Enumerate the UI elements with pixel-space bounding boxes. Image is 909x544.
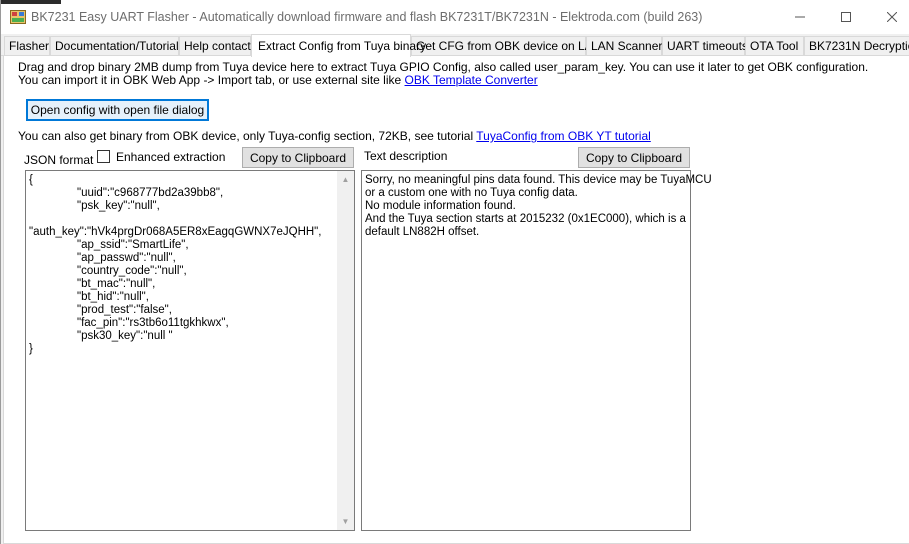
json-format-label: JSON format bbox=[24, 153, 94, 167]
enhanced-extraction-checkbox[interactable] bbox=[97, 150, 110, 163]
obk-note-text: You can also get binary from OBK device,… bbox=[18, 129, 477, 143]
scroll-up-icon[interactable]: ▲ bbox=[337, 171, 354, 188]
tab-help-contact[interactable]: Help contact bbox=[179, 36, 251, 55]
text-line: "ap_passwd":"null", bbox=[77, 252, 176, 264]
scroll-down-icon[interactable]: ▼ bbox=[337, 513, 354, 530]
tab-flasher[interactable]: Flasher bbox=[4, 36, 50, 55]
minimize-icon bbox=[795, 16, 805, 18]
text-line: or a custom one with no Tuya config data… bbox=[365, 187, 578, 199]
text-line: "fac_pin":"rs3tb6o11tgkhkwx", bbox=[77, 317, 229, 329]
intro-line-1: Drag and drop binary 2MB dump from Tuya … bbox=[18, 60, 869, 74]
tab-bk7231n-decryption[interactable]: BK7231N Decryption bbox=[804, 36, 909, 55]
text-line: } bbox=[29, 343, 33, 355]
tab-ota-tool[interactable]: OTA Tool bbox=[745, 36, 804, 55]
maximize-icon bbox=[841, 12, 851, 22]
window-title: BK7231 Easy UART Flasher - Automatically… bbox=[31, 10, 703, 24]
obk-template-converter-link[interactable]: OBK Template Converter bbox=[405, 73, 538, 87]
tab-uart-timeouts[interactable]: UART timeouts bbox=[662, 36, 748, 55]
text-line: And the Tuya section starts at 2015232 (… bbox=[365, 213, 686, 225]
close-icon bbox=[887, 12, 897, 22]
text-line: { bbox=[29, 174, 33, 186]
text-line: "bt_mac":"null", bbox=[77, 278, 156, 290]
text-line: No module information found. bbox=[365, 200, 516, 212]
minimize-button[interactable] bbox=[777, 0, 823, 34]
tab-strip: Flasher Documentation/Tutorials Help con… bbox=[1, 34, 909, 57]
app-icon bbox=[10, 10, 26, 24]
tuyaconfig-tutorial-link[interactable]: TuyaConfig from OBK YT tutorial bbox=[476, 129, 651, 143]
open-config-button[interactable]: Open config with open file dialog bbox=[26, 99, 209, 121]
text-line: "psk30_key":"null " bbox=[77, 330, 173, 342]
maximize-button[interactable] bbox=[823, 0, 869, 34]
copy-json-button[interactable]: Copy to Clipboard bbox=[242, 147, 354, 168]
tab-extract-config[interactable]: Extract Config from Tuya binary bbox=[251, 34, 426, 57]
json-scrollbar[interactable]: ▲ ▼ bbox=[337, 171, 354, 530]
title-stripe bbox=[1, 0, 61, 4]
app-window: BK7231 Easy UART Flasher - Automatically… bbox=[0, 0, 909, 544]
text-line: "uuid":"c968777bd2a39bb8", bbox=[77, 187, 224, 199]
text-line: "prod_test":"false", bbox=[77, 304, 172, 316]
text-line: "bt_hid":"null", bbox=[77, 291, 149, 303]
obk-note: You can also get binary from OBK device,… bbox=[18, 129, 651, 143]
text-description-label: Text description bbox=[364, 149, 448, 163]
copy-text-button[interactable]: Copy to Clipboard bbox=[578, 147, 690, 168]
json-output-textarea[interactable]: { "uuid":"c968777bd2a39bb8", "psk_key":"nu… bbox=[25, 170, 355, 531]
text-line bbox=[29, 213, 334, 226]
tab-get-cfg-obk[interactable]: Get CFG from OBK device on LAN bbox=[411, 36, 601, 55]
extract-config-panel: Drag and drop binary 2MB dump from Tuya … bbox=[3, 55, 909, 544]
text-line: "ap_ssid":"SmartLife", bbox=[77, 239, 189, 251]
intro-line-2-text: You can import it in OBK Web App -> Impo… bbox=[18, 73, 405, 87]
text-description-textarea[interactable]: Sorry, no meaningful pins data found. Th… bbox=[361, 170, 712, 531]
text-line: "psk_key":"null", bbox=[77, 200, 160, 212]
text-line: Sorry, no meaningful pins data found. Th… bbox=[365, 174, 712, 186]
tab-lan-scanner[interactable]: LAN Scanner bbox=[586, 36, 662, 55]
title-bar[interactable]: BK7231 Easy UART Flasher - Automatically… bbox=[1, 0, 909, 34]
enhanced-extraction-label[interactable]: Enhanced extraction bbox=[116, 150, 225, 164]
text-line: default LN882H offset. bbox=[365, 226, 480, 238]
text-description-content: Sorry, no meaningful pins data found. Th… bbox=[365, 174, 712, 239]
text-line: "country_code":"null", bbox=[77, 265, 187, 277]
intro-line-2: You can import it in OBK Web App -> Impo… bbox=[18, 73, 538, 87]
tab-documentation[interactable]: Documentation/Tutorials bbox=[50, 36, 185, 55]
text-line: "auth_key":"hVk4prgDr068A5ER8xEagqGWNX7e… bbox=[29, 226, 322, 238]
json-output-content: { "uuid":"c968777bd2a39bb8", "psk_key":"nu… bbox=[29, 174, 334, 356]
close-button[interactable] bbox=[869, 0, 909, 34]
